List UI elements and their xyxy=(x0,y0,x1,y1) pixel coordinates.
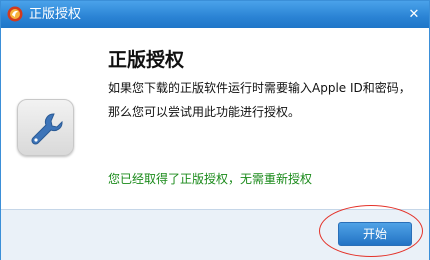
tool-badge xyxy=(17,99,74,156)
description-line-1: 如果您下载的正版软件运行时需要输入Apple ID和密码， xyxy=(108,81,411,95)
dialog-content: 正版授权 如果您下载的正版软件运行时需要输入Apple ID和密码， 那么您可以… xyxy=(1,28,429,209)
close-button[interactable]: ✕ xyxy=(405,6,423,24)
description-line-2: 那么您可以尝试用此功能进行授权。 xyxy=(108,105,301,119)
window-title: 正版授权 xyxy=(29,7,82,22)
title-bar[interactable]: 正版授权 ✕ xyxy=(1,1,429,28)
status-message: 您已经取得了正版授权，无需重新授权 xyxy=(108,172,313,186)
page-title: 正版授权 xyxy=(108,49,185,71)
annotation-circle xyxy=(319,205,423,257)
wrench-icon xyxy=(31,113,63,145)
app-logo-icon xyxy=(7,6,23,22)
